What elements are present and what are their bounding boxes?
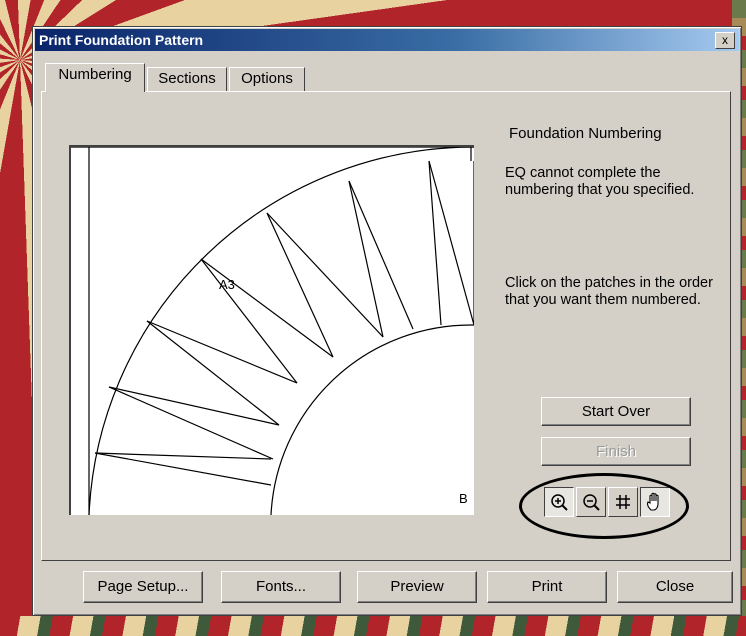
- preview-button[interactable]: Preview: [357, 571, 477, 603]
- hand-icon[interactable]: [640, 487, 670, 517]
- zoom-out-icon[interactable]: [576, 487, 606, 517]
- tab-options[interactable]: Options: [229, 67, 305, 91]
- print-foundation-dialog: Print Foundation Pattern x Numbering Sec…: [32, 26, 742, 616]
- close-window-button[interactable]: x: [715, 32, 735, 49]
- pattern-preview[interactable]: A3 B: [69, 145, 474, 515]
- finish-button[interactable]: Finish: [541, 437, 691, 466]
- quilt-background-bottom: [0, 616, 746, 636]
- seam: [200, 258, 298, 384]
- seam: [266, 212, 384, 338]
- window-title: Print Foundation Pattern: [39, 32, 204, 48]
- seam: [348, 180, 414, 330]
- seam: [108, 386, 280, 426]
- close-button[interactable]: Close: [617, 571, 733, 603]
- fonts-button[interactable]: Fonts...: [221, 571, 341, 603]
- seam: [146, 320, 298, 384]
- title-bar: Print Foundation Pattern x: [35, 29, 739, 51]
- tab-numbering[interactable]: Numbering: [45, 63, 145, 92]
- seam: [428, 160, 442, 326]
- seam: [428, 160, 474, 326]
- seam: [146, 320, 280, 426]
- grid-icon[interactable]: [608, 487, 638, 517]
- patch-label-a3: A3: [219, 277, 235, 292]
- foundation-pattern-drawing[interactable]: A3 B: [71, 147, 474, 515]
- patch-label-b: B: [459, 491, 468, 506]
- foundation-numbering-heading: Foundation Numbering: [509, 125, 662, 142]
- numbering-error-message: EQ cannot complete the numbering that yo…: [505, 165, 695, 198]
- print-button[interactable]: Print: [487, 571, 607, 603]
- numbering-instructions: Click on the patches in the order that y…: [505, 275, 713, 308]
- zoom-in-icon[interactable]: [544, 487, 574, 517]
- tab-sections[interactable]: Sections: [147, 67, 227, 91]
- seam: [348, 180, 384, 338]
- page-setup-button[interactable]: Page Setup...: [83, 571, 203, 603]
- start-over-button[interactable]: Start Over: [541, 397, 691, 426]
- seam: [266, 212, 334, 358]
- inner-arc: [270, 324, 474, 515]
- seam: [108, 386, 274, 460]
- seam: [200, 258, 334, 358]
